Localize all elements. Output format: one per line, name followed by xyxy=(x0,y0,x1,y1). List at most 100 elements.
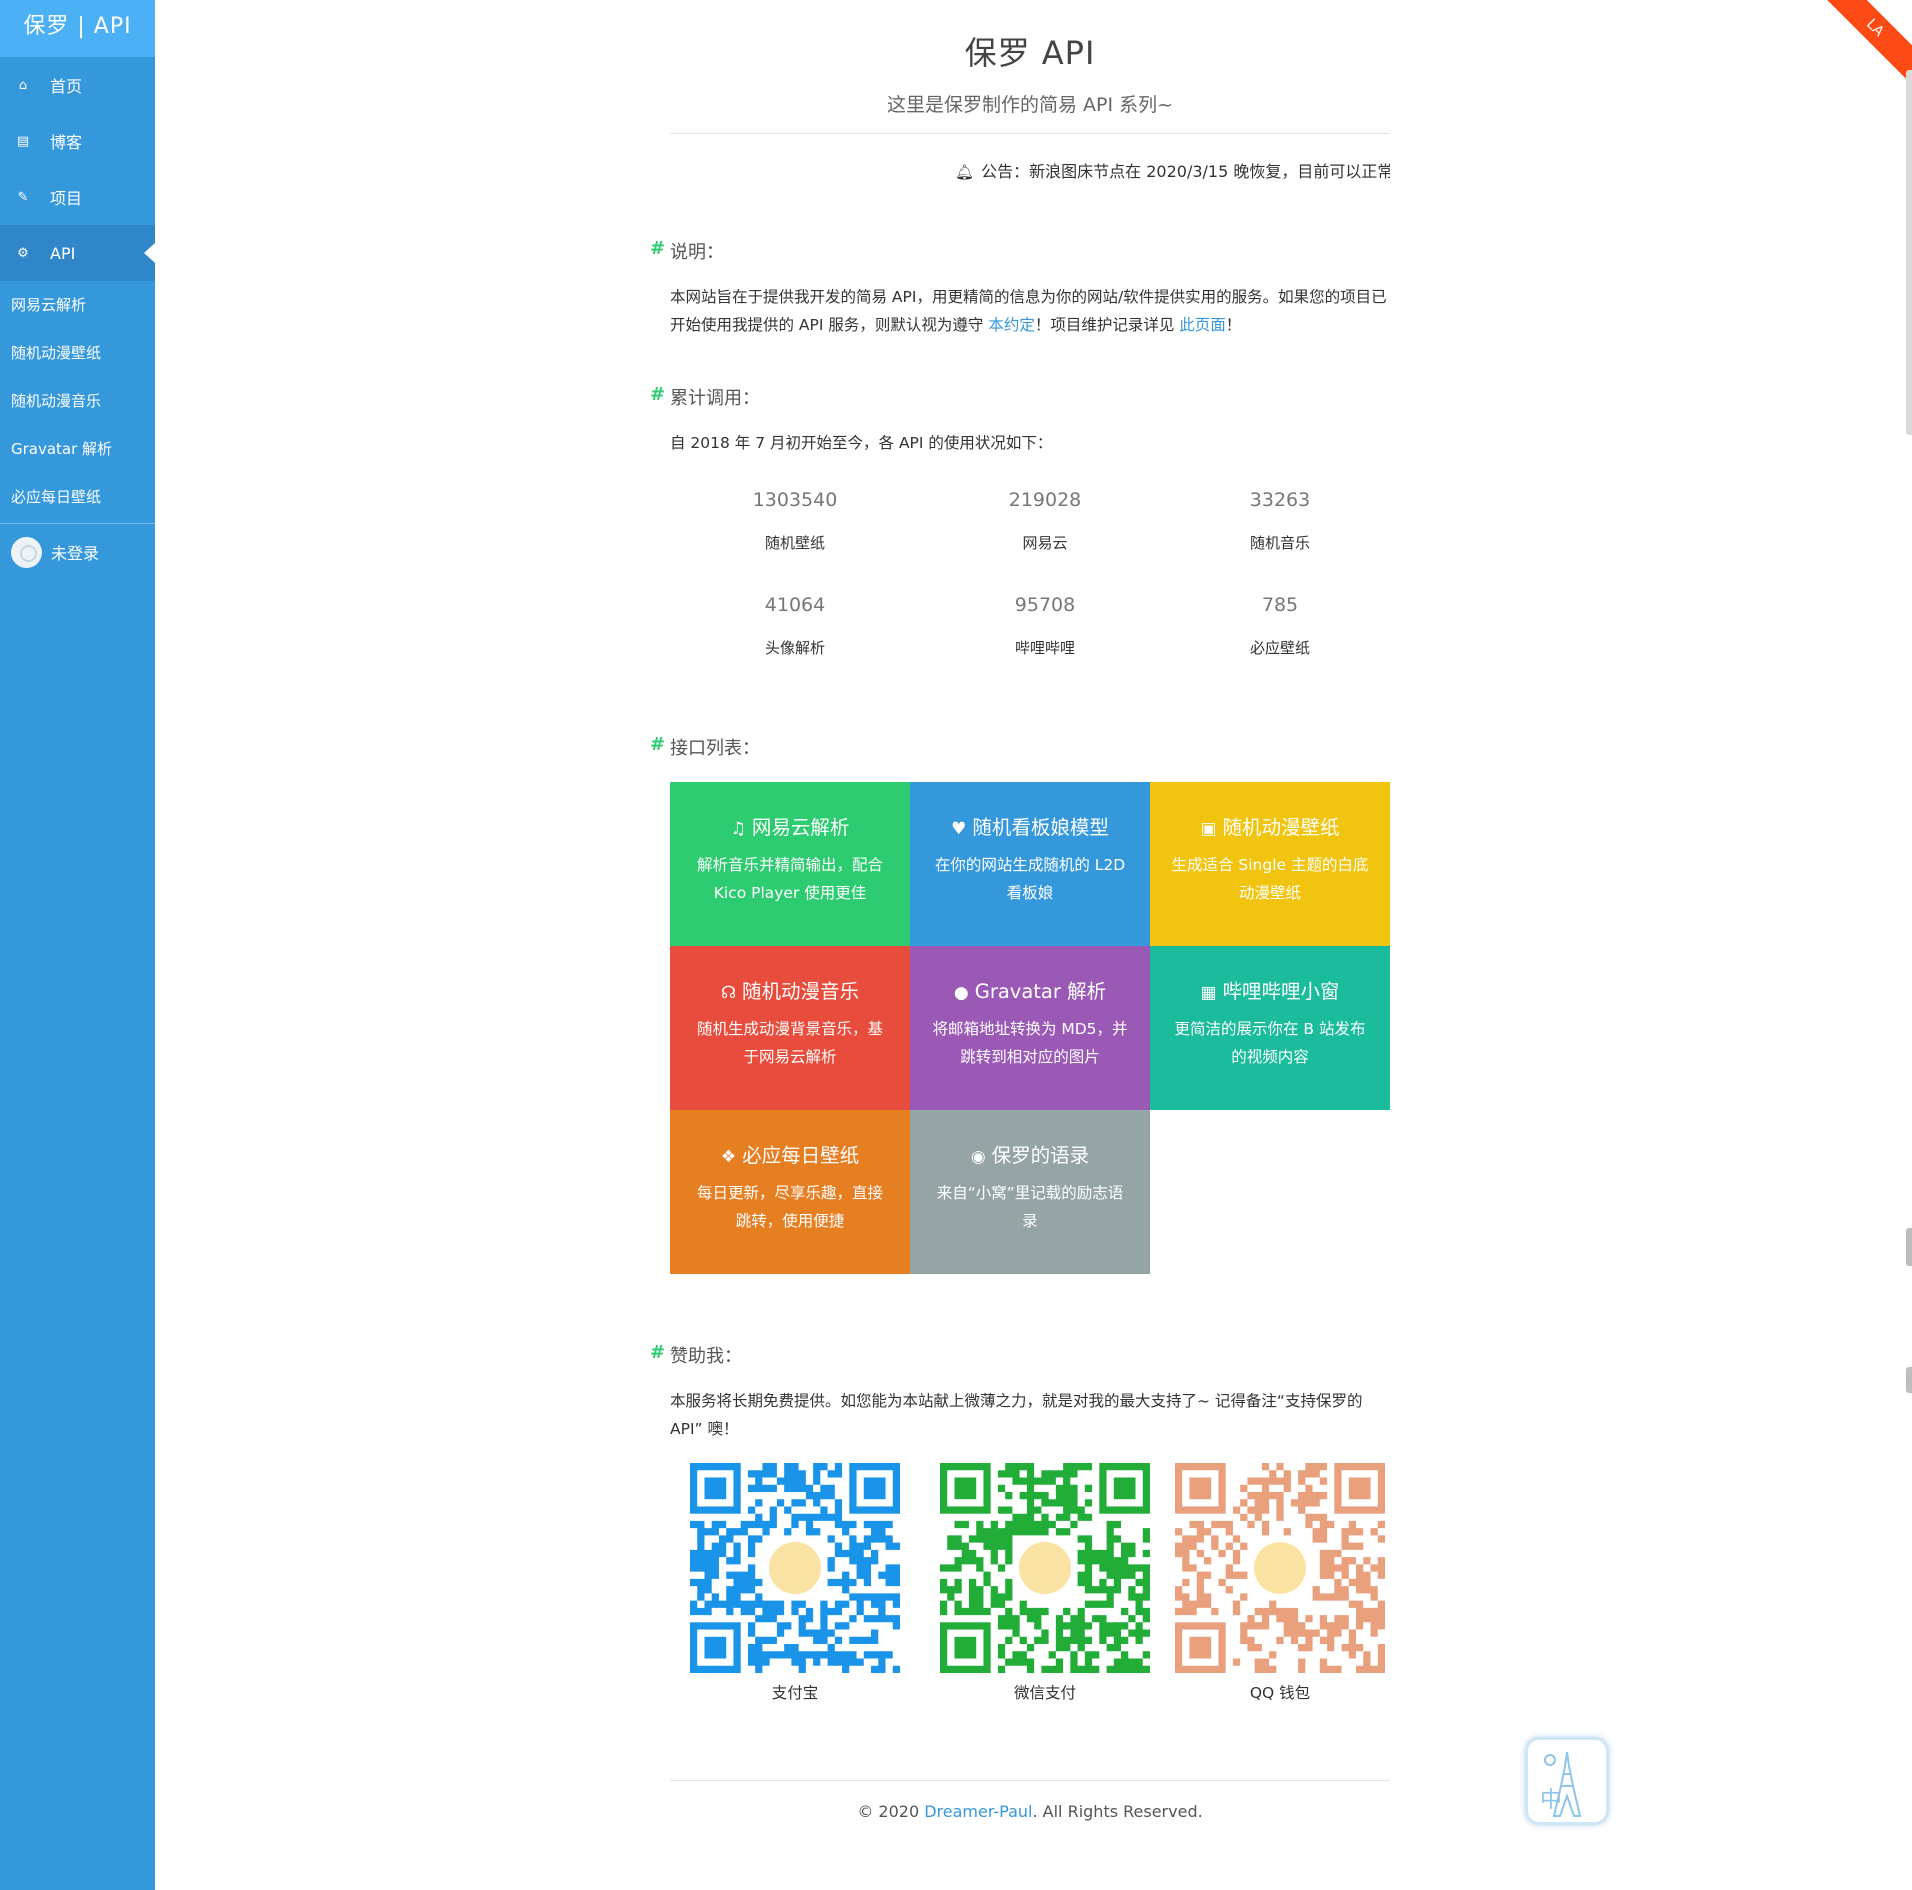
author-link[interactable]: Dreamer-Paul xyxy=(924,1802,1032,1821)
sponsor-text: 本服务将长期免费提供。如您能为本站献上微薄之力，就是对我的最大支持了~ 记得备注… xyxy=(670,1392,1363,1438)
ribbon-label: LA xyxy=(1817,0,1912,91)
stats-intro: 自 2018 年 7 月初开始至今，各 API 的使用状况如下： xyxy=(670,434,1053,452)
user-icon: ● xyxy=(953,983,969,1003)
qr-pattern xyxy=(690,1463,900,1673)
api-card-title: 保罗的语录 xyxy=(991,1144,1090,1167)
api-card-desc: 随机生成动漫背景音乐，基于网易云解析 xyxy=(696,1020,883,1066)
stat-item: 41064 头像解析 xyxy=(670,594,920,699)
section-title-text: 接口列表： xyxy=(670,738,760,759)
subnav-item-netease[interactable]: 网易云解析 xyxy=(0,281,155,329)
headphones-icon: ☊ xyxy=(720,983,737,1003)
qq-qr-code xyxy=(1175,1463,1385,1673)
wechat-qr-code xyxy=(940,1463,1150,1673)
stat-item: 219028 网易云 xyxy=(920,489,1170,594)
api-card-title: 哔哩哔哩小窗 xyxy=(1222,980,1340,1003)
api-card-bilibili[interactable]: ▦ 哔哩哔哩小窗 更简洁的展示你在 B 站发布的视频内容 xyxy=(1150,946,1390,1110)
subnav-item-random-music[interactable]: 随机动漫音乐 xyxy=(0,377,155,425)
scroll-marker xyxy=(1906,1367,1912,1393)
stat-label: 必应壁纸 xyxy=(1249,639,1310,657)
qr-center-avatar xyxy=(1015,1538,1075,1598)
qr-label: 支付宝 xyxy=(771,1684,819,1702)
stat-label: 随机壁纸 xyxy=(764,534,825,552)
notice-marquee: 🔔︎ 公告：新浪图床节点在 2020/3/15 晚恢复，目前可以正常使用 xyxy=(670,158,1390,182)
picture-icon: ▣ xyxy=(1200,819,1217,839)
api-card-desc: 每日更新，尽享乐趣，直接跳转，使用便捷 xyxy=(696,1184,883,1230)
qr-item-wechat: 微信支付 xyxy=(920,1463,1170,1703)
qr-label: QQ 钱包 xyxy=(1249,1684,1311,1702)
api-card-quotes[interactable]: ◉ 保罗的语录 来自“小窝”里记载的励志语录 xyxy=(910,1110,1150,1274)
api-card-desc: 更简洁的展示你在 B 站发布的视频内容 xyxy=(1174,1020,1366,1066)
qr-center-avatar xyxy=(765,1538,825,1598)
footer: © 2020 Dreamer-Paul. All Rights Reserved… xyxy=(670,1802,1390,1821)
subnav-item-random-wallpaper[interactable]: 随机动漫壁纸 xyxy=(0,329,155,377)
stat-label: 哔哩哔哩 xyxy=(1014,639,1075,657)
widget-glyph: 中 xyxy=(1540,1788,1563,1813)
subnav-item-bing-wallpaper[interactable]: 必应每日壁纸 xyxy=(0,473,155,521)
qr-center-avatar xyxy=(1250,1538,1310,1598)
stat-item: 95708 哔哩哔哩 xyxy=(920,594,1170,699)
api-subnav: 网易云解析 随机动漫壁纸 随机动漫音乐 Gravatar 解析 必应每日壁纸 xyxy=(0,281,155,521)
nav-item-label: 项目 xyxy=(50,189,83,208)
api-card-random-wallpaper[interactable]: ▣ 随机动漫壁纸 生成适合 Single 主题的白底动漫壁纸 xyxy=(1150,782,1390,946)
api-card-title: 网易云解析 xyxy=(751,816,850,839)
user-login[interactable]: 未登录 xyxy=(0,524,155,580)
alipay-qr-code xyxy=(690,1463,900,1673)
section-title-text: 说明： xyxy=(670,242,724,263)
nav-item-label: 博客 xyxy=(50,133,83,152)
qr-code-row: 支付宝 微信支付 QQ 钱包 xyxy=(670,1463,1390,1703)
nav-item-home[interactable]: ⌂ 首页 xyxy=(0,57,155,113)
user-login-label: 未登录 xyxy=(51,544,100,563)
subnav-item-gravatar[interactable]: Gravatar 解析 xyxy=(0,425,155,473)
api-card-netease[interactable]: ♫ 网易云解析 解析音乐并精简输出，配合 Kico Player 使用更佳 xyxy=(670,782,910,946)
hash-icon: # xyxy=(650,384,666,405)
nav-item-api[interactable]: ⚙ API xyxy=(0,225,155,281)
stat-value: 785 xyxy=(1261,594,1299,616)
section-title-api-list: # 接口列表： xyxy=(650,734,1390,760)
qr-item-qq: QQ 钱包 xyxy=(1170,1463,1390,1703)
changelog-link[interactable]: 此页面 xyxy=(1179,316,1226,334)
api-card-desc: 来自“小窝”里记载的励志语录 xyxy=(936,1184,1124,1230)
stats-grid: 1303540 随机壁纸 219028 网易云 33263 随机音乐 41064 头像解… xyxy=(670,489,1390,699)
stat-label: 网易云 xyxy=(1022,534,1068,552)
section-title-description: # 说明： xyxy=(650,238,1390,264)
stat-value: 95708 xyxy=(1014,594,1076,616)
hash-icon: # xyxy=(650,1342,666,1363)
nav-item-projects[interactable]: ✎ 项目 xyxy=(0,169,155,225)
divider xyxy=(670,1780,1390,1781)
stat-value: 33263 xyxy=(1249,489,1311,511)
stat-value: 41064 xyxy=(764,594,826,616)
hash-icon: # xyxy=(650,734,666,755)
site-brand[interactable]: 保罗 | API xyxy=(0,0,155,57)
stat-label: 随机音乐 xyxy=(1249,534,1310,552)
api-card-random-music[interactable]: ☊ 随机动漫音乐 随机生成动漫背景音乐，基于网易云解析 xyxy=(670,946,910,1110)
stat-value: 219028 xyxy=(1008,489,1082,511)
api-card-gravatar[interactable]: ● Gravatar 解析 将邮箱地址转换为 MD5，并跳转到相对应的图片 xyxy=(910,946,1150,1110)
translate-widget[interactable]: 中 xyxy=(1525,1737,1609,1825)
corner-ribbon[interactable]: LA xyxy=(1817,0,1912,95)
description-text-part: ！ xyxy=(1225,316,1242,334)
film-icon: ▦ xyxy=(1200,983,1217,1003)
api-card-bing[interactable]: ❖ 必应每日壁纸 每日更新，尽享乐趣，直接跳转，使用便捷 xyxy=(670,1110,910,1274)
section-title-stats: # 累计调用： xyxy=(650,384,1390,410)
sidebar: 保罗 | API ⌂ 首页 ▤ 博客 ✎ 项目 ⚙ API 网易云解析 随机动漫… xyxy=(0,0,155,1890)
nav-item-blog[interactable]: ▤ 博客 xyxy=(0,113,155,169)
stat-item: 33263 随机音乐 xyxy=(1170,489,1390,594)
api-card-desc: 解析音乐并精简输出，配合 Kico Player 使用更佳 xyxy=(696,856,883,902)
scrollbar-thumb[interactable] xyxy=(1906,70,1912,435)
stat-item: 1303540 随机壁纸 xyxy=(670,489,920,594)
api-card-title: 随机看板娘模型 xyxy=(972,816,1109,839)
main-nav: ⌂ 首页 ▤ 博客 ✎ 项目 ⚙ API xyxy=(0,57,155,281)
divider xyxy=(670,133,1390,134)
qr-item-alipay: 支付宝 xyxy=(670,1463,920,1703)
magic-wand-icon: ✎ xyxy=(17,189,29,205)
cogs-icon: ⚙ xyxy=(17,245,29,261)
music-icon: ♫ xyxy=(730,819,746,839)
description-text-part: ！项目维护记录详见 xyxy=(1034,316,1180,334)
bell-icon: 🔔︎ xyxy=(955,163,975,181)
avatar xyxy=(11,536,42,568)
api-card-live2d[interactable]: ♥ 随机看板娘模型 在你的网站生成随机的 L2D 看板娘 xyxy=(910,782,1150,946)
agreement-link[interactable]: 本约定 xyxy=(988,316,1035,334)
page-subtitle: 这里是保罗制作的简易 API 系列~ xyxy=(886,94,1174,116)
notice-text: 公告：新浪图床节点在 2020/3/15 晚恢复，目前可以正常使用 xyxy=(981,162,1390,181)
heart-icon: ♥ xyxy=(951,819,967,839)
